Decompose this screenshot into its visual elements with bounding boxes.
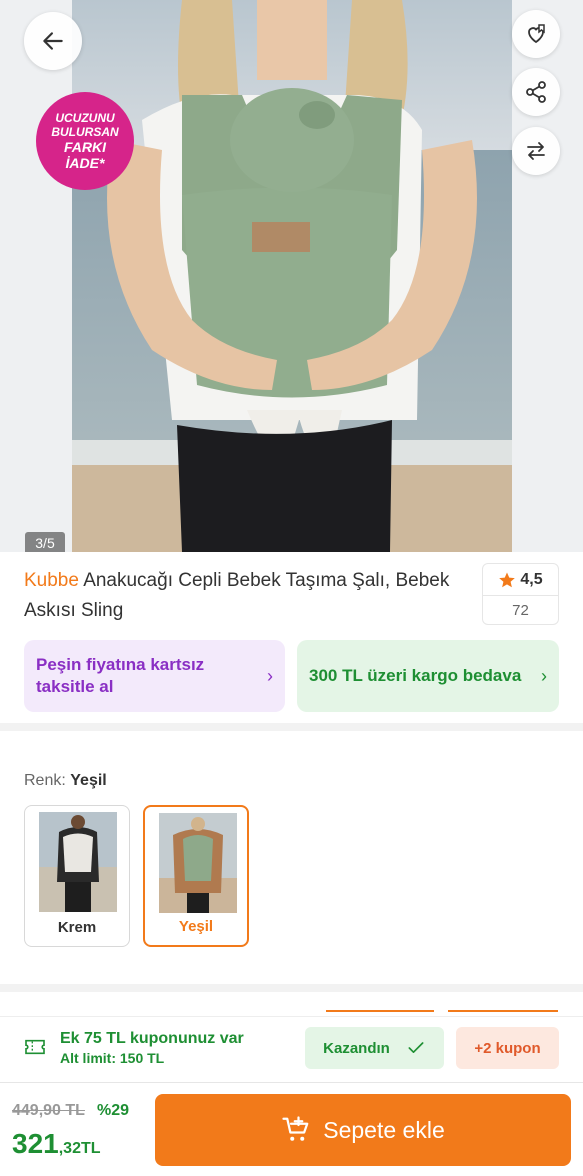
more-coupons-button[interactable]: +2 kupon [456,1027,559,1069]
share-button[interactable] [512,68,560,116]
heart-bookmark-icon [528,24,545,44]
brand-link[interactable]: Kubbe [24,570,79,591]
rating-box[interactable]: 4,5 72 [482,563,559,625]
product-name: Anakucağı Cepli Bebek Taşıma Şalı, Bebek… [24,570,450,621]
discount-percent: %29 [97,1102,130,1119]
section-divider [0,723,583,731]
color-option-yesil[interactable]: Yeşil [143,805,249,947]
badge-line: FARKI [64,139,106,155]
image-counter: 3/5 [25,532,65,552]
coupon-won-button[interactable]: Kazandın [305,1027,444,1069]
share-icon [526,81,546,103]
price-guarantee-badge[interactable]: UCUZUNU BULURSAN FARKI İADE* [36,92,134,190]
product-image-gallery[interactable]: UCUZUNU BULURSAN FARKI İADE* 3/5 [0,0,583,552]
product-photo [72,0,512,552]
swap-arrows-icon [527,142,545,160]
chevron-right-icon: › [541,666,547,686]
color-selected-value: Yeşil [70,772,107,789]
price-decimal: ,32TL [58,1140,101,1157]
back-button[interactable] [24,12,82,70]
chevron-right-icon: › [267,666,273,686]
color-option-krem[interactable]: Krem [24,805,130,947]
arrow-left-icon [43,32,63,50]
current-price: 321,32TL [12,1128,101,1160]
check-icon [408,1042,424,1053]
coupon-title: Ek 75 TL kuponunuz var [60,1030,244,1047]
free-shipping-promo-text: 300 TL üzeri kargo bedava [309,666,522,685]
badge-line: İADE* [65,155,105,171]
compare-button[interactable] [512,127,560,175]
add-to-cart-button[interactable]: Sepete ekle [155,1094,571,1166]
variant-thumbnail [159,813,237,913]
rating-value: 4,5 [520,570,543,588]
variant-label: Krem [57,919,97,936]
installment-promo-text: Peşin fiyatına kartsız taksitle al [36,655,205,696]
variant-label: Yeşil [178,918,214,935]
price-integer: 321 [12,1128,59,1159]
review-count: 72 [483,595,558,625]
favorite-button[interactable] [512,10,560,58]
badge-line: BULURSAN [51,125,119,139]
free-shipping-promo-card[interactable]: 300 TL üzeri kargo bedava › [297,640,559,712]
star-icon [499,572,516,587]
badge-line: UCUZUNU [55,111,115,125]
color-label: Renk: Yeşil [24,772,107,790]
installment-promo-card[interactable]: Peşin fiyatına kartsız taksitle al › [24,640,285,712]
add-to-cart-label: Sepete ekle [323,1116,445,1143]
section-divider [0,984,583,992]
coupon-limit: Alt limit: 150 TL [60,1050,165,1066]
variant-thumbnail [39,812,117,912]
old-price: 449,90 TL [12,1102,85,1119]
coupon-won-label: Kazandın [323,1039,390,1057]
ticket-icon [25,1039,45,1055]
cart-plus-icon [282,1116,309,1141]
product-title: Kubbe Anakucağı Cepli Bebek Taşıma Şalı,… [24,566,464,626]
color-label-key: Renk: [24,772,66,789]
